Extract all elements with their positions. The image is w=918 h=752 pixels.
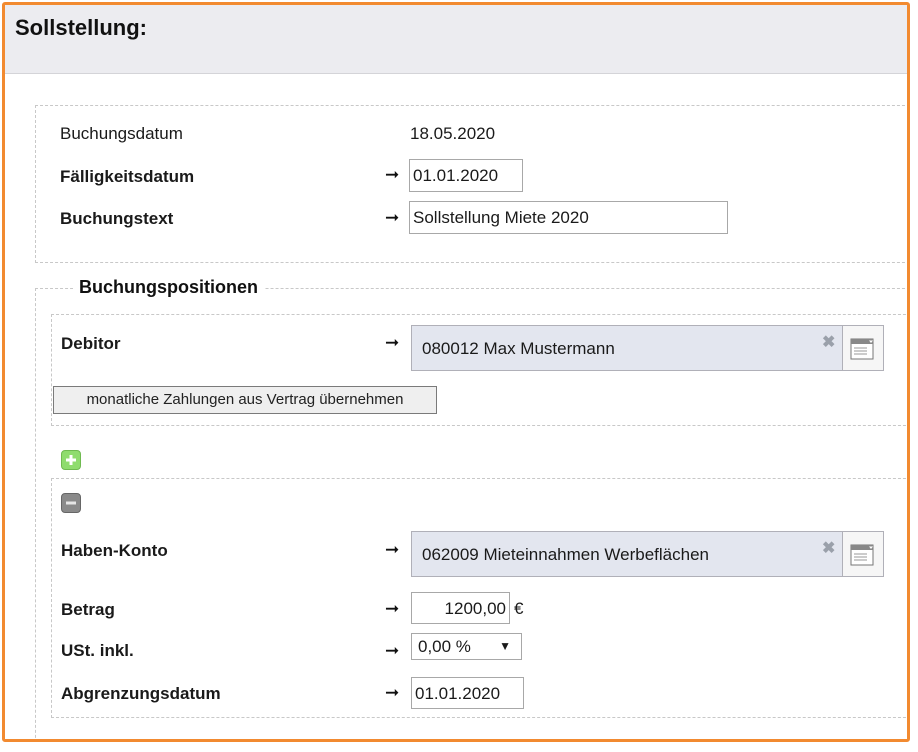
faelligkeitsdatum-input[interactable]: 01.01.2020	[409, 159, 523, 192]
debitor-label: Debitor	[61, 334, 121, 353]
buchungstext-input[interactable]: Sollstellung Miete 2020	[409, 201, 728, 234]
arrow-right-icon: ➞	[385, 599, 400, 618]
arrow-right-icon: ➞	[385, 540, 400, 559]
buchungsdatum-label: Buchungsdatum	[60, 124, 183, 143]
arrow-right-icon: ➞	[385, 208, 400, 227]
arrow-right-icon: ➞	[385, 165, 400, 184]
ust-label: USt. inkl.	[61, 641, 134, 660]
remove-position-icon[interactable]	[61, 493, 81, 513]
haben-konto-lookup-button[interactable]	[842, 531, 884, 577]
list-lookup-icon	[850, 544, 874, 566]
chevron-down-icon: ▼	[499, 639, 511, 653]
monthly-payments-button[interactable]: monatliche Zahlungen aus Vertrag überneh…	[53, 386, 437, 414]
haben-konto-label: Haben-Konto	[61, 541, 168, 560]
arrow-right-icon: ➞	[385, 333, 400, 352]
page-title: Sollstellung:	[15, 15, 147, 40]
currency-symbol: €	[514, 599, 524, 618]
clear-icon[interactable]: ✖	[822, 538, 835, 558]
plus-icon	[66, 455, 76, 465]
abgrenzungsdatum-label: Abgrenzungsdatum	[61, 684, 221, 703]
betrag-label: Betrag	[61, 600, 115, 619]
arrow-right-icon: ➞	[385, 683, 400, 702]
abgrenzungsdatum-input[interactable]: 01.01.2020	[411, 677, 524, 709]
ust-select-value: 0,00 %	[418, 637, 471, 656]
screenshot-frame: Sollstellung: Buchungsdatum 18.05.2020 F…	[2, 2, 910, 742]
positions-section-title: Buchungspositionen	[73, 277, 264, 298]
clear-icon[interactable]: ✖	[822, 332, 835, 352]
haben-konto-picker-value: 062009 Mieteinnahmen Werbeflächen	[422, 545, 709, 564]
buchungsdatum-value: 18.05.2020	[410, 124, 496, 143]
betrag-input[interactable]: 1200,00	[411, 592, 510, 624]
add-position-icon[interactable]	[61, 450, 81, 470]
buchungstext-label: Buchungstext	[60, 209, 174, 228]
ust-select[interactable]: 0,00 % ▼	[411, 633, 522, 660]
list-lookup-icon	[850, 338, 874, 360]
haben-konto-picker[interactable]: 062009 Mieteinnahmen Werbeflächen ✖	[411, 531, 843, 577]
title-bar: Sollstellung:	[5, 5, 907, 74]
faelligkeitsdatum-label: Fälligkeitsdatum	[60, 167, 195, 186]
debitor-lookup-button[interactable]	[842, 325, 884, 371]
debitor-picker[interactable]: 080012 Max Mustermann ✖	[411, 325, 843, 371]
debitor-picker-value: 080012 Max Mustermann	[422, 339, 615, 358]
arrow-right-icon: ➞	[385, 641, 400, 660]
minus-icon	[66, 501, 76, 505]
